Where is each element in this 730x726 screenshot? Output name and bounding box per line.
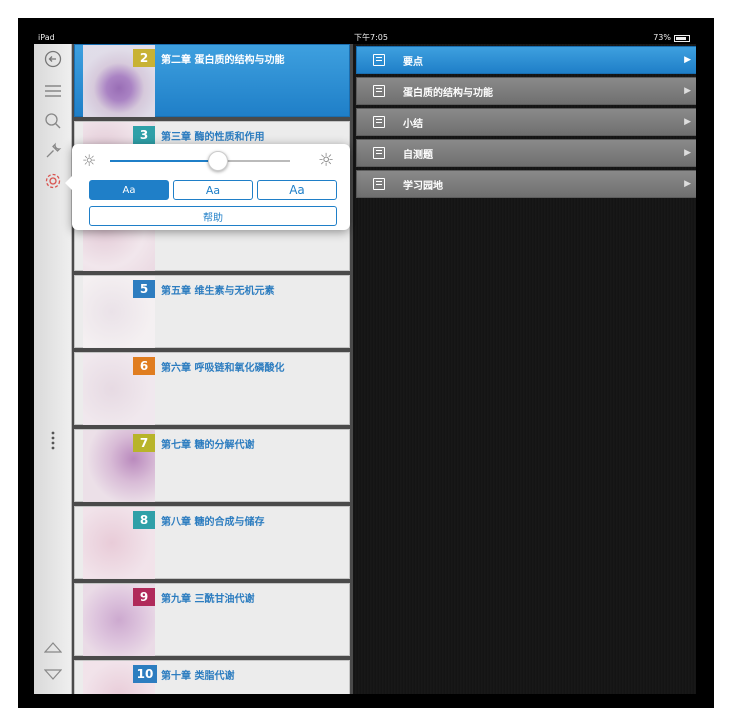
chapter-title: 第七章 糖的分解代谢 bbox=[161, 440, 255, 451]
chapter-number-badge: 8 bbox=[133, 511, 155, 529]
up-icon[interactable] bbox=[41, 636, 65, 658]
document-icon bbox=[373, 85, 385, 97]
chapter-item[interactable]: 8 第八章 糖的合成与储存 bbox=[74, 506, 350, 579]
carrier-label: iPad bbox=[38, 33, 55, 42]
chapter-item[interactable]: 6 第六章 呼吸链和氧化磷酸化 bbox=[74, 352, 350, 425]
chapter-title: 第三章 酶的性质和作用 bbox=[161, 132, 265, 143]
more-icon[interactable] bbox=[41, 430, 65, 452]
document-icon bbox=[373, 116, 385, 128]
chapter-item[interactable]: 2 第二章 蛋白质的结构与功能 bbox=[74, 44, 350, 117]
chapter-title: 第十章 类脂代谢 bbox=[161, 671, 235, 682]
arrow-right-icon: ▶ bbox=[684, 179, 691, 189]
status-bar: iPad 下午7:05 73% bbox=[34, 32, 696, 44]
brightness-low-icon: ☼ bbox=[82, 151, 97, 170]
chapter-title: 第二章 蛋白质的结构与功能 bbox=[161, 55, 285, 66]
menu-item-protein-structure[interactable]: 蛋白质的结构与功能 ▶ bbox=[356, 77, 696, 105]
chapter-item[interactable]: 9 第九章 三酰甘油代谢 bbox=[74, 583, 350, 656]
menu-item-label: 要点 bbox=[403, 56, 423, 68]
menu-item-study-area[interactable]: 学习园地 ▶ bbox=[356, 170, 696, 198]
document-icon bbox=[373, 147, 385, 159]
chapter-item[interactable]: 7 第七章 糖的分解代谢 bbox=[74, 429, 350, 502]
font-size-small-button[interactable]: Aa bbox=[89, 180, 169, 200]
battery-icon bbox=[674, 34, 690, 42]
chapter-number-badge: 7 bbox=[133, 434, 155, 452]
chapter-title: 第八章 糖的合成与储存 bbox=[161, 517, 265, 528]
battery-indicator: 73% bbox=[653, 32, 690, 44]
brightness-fill bbox=[110, 160, 218, 162]
brightness-slider[interactable]: ☼ ☼ bbox=[82, 150, 338, 172]
list-icon[interactable] bbox=[41, 80, 65, 102]
chapter-number-badge: 10 bbox=[133, 665, 157, 683]
chapter-title: 第五章 维生素与无机元素 bbox=[161, 286, 275, 297]
down-icon[interactable] bbox=[41, 664, 65, 686]
chapter-title: 第九章 三酰甘油代谢 bbox=[161, 594, 255, 605]
chapter-number-badge: 6 bbox=[133, 357, 155, 375]
chapter-number-badge: 5 bbox=[133, 280, 155, 298]
screen: iPad 下午7:05 73% 2 第二章 蛋白质的结构与功能 3 第三章 酶的… bbox=[34, 32, 696, 694]
help-button[interactable]: 帮助 bbox=[89, 206, 337, 226]
menu-item-label: 学习园地 bbox=[403, 180, 443, 192]
sidebar bbox=[34, 44, 72, 694]
document-icon bbox=[373, 54, 385, 66]
arrow-right-icon: ▶ bbox=[684, 86, 691, 96]
menu-item-self-test[interactable]: 自测题 ▶ bbox=[356, 139, 696, 167]
chapter-number-badge: 3 bbox=[133, 126, 155, 144]
display-settings-popover: ☼ ☼ Aa Aa Aa 帮助 bbox=[65, 144, 350, 230]
section-menu: 要点 ▶ 蛋白质的结构与功能 ▶ 小结 ▶ 自测题 ▶ 学习园地 ▶ bbox=[356, 46, 696, 201]
wrench-icon[interactable] bbox=[41, 140, 65, 162]
menu-item-label: 蛋白质的结构与功能 bbox=[403, 87, 493, 99]
device-frame: iPad 下午7:05 73% 2 第二章 蛋白质的结构与功能 3 第三章 酶的… bbox=[18, 18, 714, 708]
font-size-selector: Aa Aa Aa bbox=[89, 180, 337, 200]
back-icon[interactable] bbox=[41, 48, 65, 70]
menu-item-summary[interactable]: 小结 ▶ bbox=[356, 108, 696, 136]
chapter-number-badge: 9 bbox=[133, 588, 155, 606]
menu-item-label: 小结 bbox=[403, 118, 423, 130]
gear-icon[interactable] bbox=[41, 170, 65, 192]
clock: 下午7:05 bbox=[354, 33, 388, 42]
menu-item-label: 自测题 bbox=[403, 149, 433, 161]
arrow-right-icon: ▶ bbox=[684, 148, 691, 158]
chapter-list: 2 第二章 蛋白质的结构与功能 3 第三章 酶的性质和作用 5 第五章 维生素与… bbox=[72, 44, 353, 694]
chapter-item[interactable]: 10 第十章 类脂代谢 bbox=[74, 660, 350, 694]
search-icon[interactable] bbox=[41, 110, 65, 132]
font-size-medium-button[interactable]: Aa bbox=[173, 180, 253, 200]
arrow-right-icon: ▶ bbox=[684, 117, 691, 127]
chapter-title: 第六章 呼吸链和氧化磷酸化 bbox=[161, 363, 285, 374]
menu-item-key-points[interactable]: 要点 ▶ bbox=[356, 46, 696, 74]
document-icon bbox=[373, 178, 385, 190]
chapter-item[interactable]: 5 第五章 维生素与无机元素 bbox=[74, 275, 350, 348]
brightness-knob[interactable] bbox=[208, 151, 228, 171]
brightness-high-icon: ☼ bbox=[318, 150, 335, 171]
chapter-number-badge: 2 bbox=[133, 49, 155, 67]
font-size-large-button[interactable]: Aa bbox=[257, 180, 337, 200]
arrow-right-icon: ▶ bbox=[684, 55, 691, 65]
battery-percent: 73% bbox=[653, 33, 671, 42]
